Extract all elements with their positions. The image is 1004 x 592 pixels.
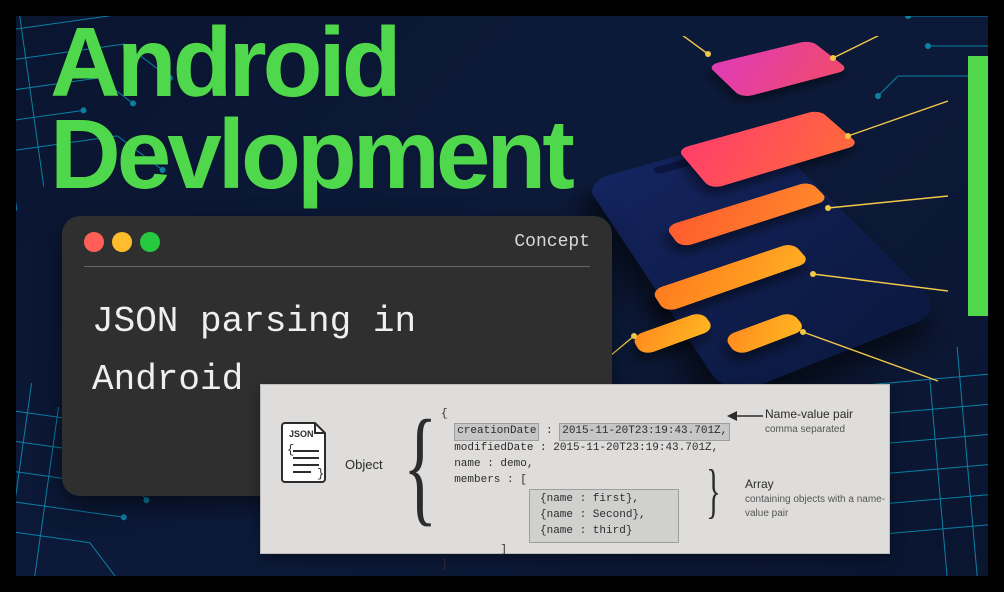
layer-connectors xyxy=(568,36,948,426)
title-line-2: Devlopment xyxy=(50,99,571,209)
window-close-icon xyxy=(84,232,104,252)
svg-text:JSON: JSON xyxy=(289,429,314,439)
stack-layer-5b xyxy=(723,311,806,356)
arr-title: Array xyxy=(745,477,774,491)
object-label: Object xyxy=(345,457,383,472)
code-inner-2: {name : Second}, xyxy=(540,509,646,521)
code-key-1: creationDate xyxy=(457,425,536,437)
stack-layer-2 xyxy=(677,110,859,190)
traffic-light-dots xyxy=(84,232,160,252)
code-close-brace: } xyxy=(441,559,448,571)
window-minimize-icon xyxy=(112,232,132,252)
stack-layer-5a xyxy=(631,311,715,356)
slide-canvas: Android Devlopment Concep xyxy=(16,16,988,576)
name-value-pair-label: Name-value pair comma separated xyxy=(765,407,853,435)
small-brace-icon: } xyxy=(706,457,720,526)
code-line-2: modifiedDate : 2015-11-20T23:19:43.701Z, xyxy=(454,442,718,454)
code-open-brace: { xyxy=(441,408,448,420)
phone-notch xyxy=(652,152,714,174)
array-label: Array containing objects with a name-val… xyxy=(745,477,889,519)
code-val-1: 2015-11-20T23:19:43.701Z, xyxy=(562,425,727,437)
code-block: { creationDate : 2015-11-20T23:19:43.701… xyxy=(441,407,730,574)
accent-bar xyxy=(968,56,988,316)
code-close-arr: ] xyxy=(441,544,507,556)
stack-layer-4 xyxy=(651,243,810,313)
window-tag: Concept xyxy=(514,232,590,252)
json-structure-diagram: JSON { } Object { { creationDate : 2015-… xyxy=(260,384,890,554)
window-header: Concept xyxy=(62,216,612,262)
arrow-name-value xyxy=(727,409,763,423)
code-inner-3: {name : third} xyxy=(540,525,632,537)
nv-title: Name-value pair xyxy=(765,407,853,421)
json-file-icon: JSON { } xyxy=(279,421,331,483)
code-inner-1: {name : first}, xyxy=(540,493,639,505)
nv-subtitle: comma separated xyxy=(765,424,845,435)
slide-title: Android Devlopment xyxy=(50,16,571,200)
arr-subtitle: containing objects with a name-value pai… xyxy=(745,494,885,519)
stack-layer-1 xyxy=(708,40,849,98)
phone-body xyxy=(584,132,944,398)
code-line-3: name : demo, xyxy=(454,458,533,470)
svg-text:}: } xyxy=(317,467,324,481)
big-brace-icon: { xyxy=(403,401,437,531)
code-line-4: members : [ xyxy=(454,474,527,486)
stack-layer-3 xyxy=(665,181,829,248)
code-sep-1: : xyxy=(539,425,559,437)
phone-illustration xyxy=(568,36,948,426)
window-maximize-icon xyxy=(140,232,160,252)
